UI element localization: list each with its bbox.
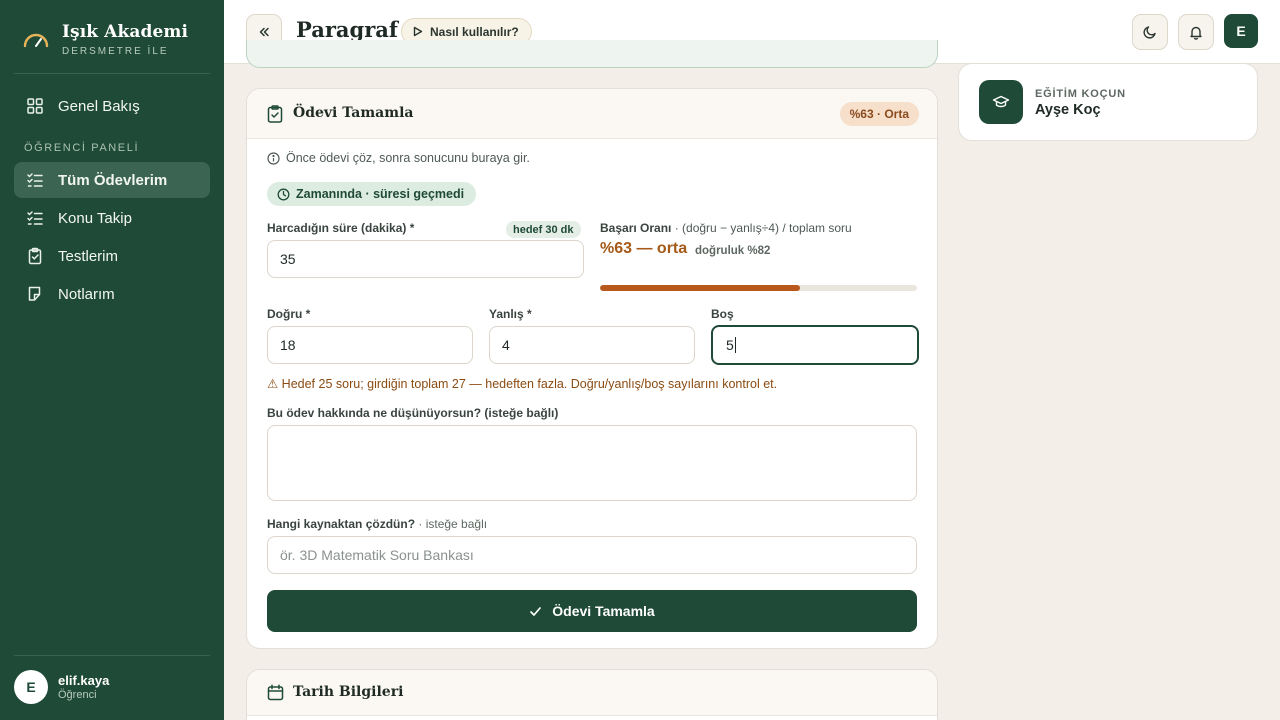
coach-card[interactable]: EĞİTİM KOÇUN Ayşe Koç	[958, 63, 1258, 141]
moon-icon	[1143, 26, 1156, 39]
sidebar-item-assignments[interactable]: Tüm Ödevlerim	[14, 162, 210, 198]
calendar-icon	[267, 684, 284, 701]
clipboard-check-icon	[267, 105, 283, 123]
wrong-label: Yanlış *	[489, 307, 532, 321]
comment-label: Bu ödev hakkında ne düşünüyorsun? (isteğ…	[267, 406, 559, 420]
brand[interactable]: Işık Akademi DERSMETRE İLE	[22, 22, 188, 57]
correct-input[interactable]: 18	[267, 326, 473, 364]
coach-label: EĞİTİM KOÇUN	[1035, 88, 1126, 100]
checklist-icon	[27, 173, 43, 187]
complete-assignment-button[interactable]: Ödevi Tamamla	[267, 590, 917, 632]
sidebar-item-label: Notlarım	[58, 285, 115, 303]
clock-icon	[277, 188, 290, 200]
theme-toggle-button[interactable]	[1132, 14, 1168, 50]
sidebar-divider	[14, 655, 210, 656]
text-caret	[734, 337, 737, 353]
info-icon	[267, 151, 280, 165]
submit-label: Ödevi Tamamla	[552, 603, 655, 619]
card-title: Tarih Bilgileri	[293, 684, 404, 700]
check-icon	[530, 606, 542, 616]
graduation-cap-icon	[979, 80, 1023, 124]
user-role: Öğrenci	[58, 689, 97, 701]
sidebar-item-notes[interactable]: Notlarım	[14, 276, 210, 312]
source-input[interactable]: ör. 3D Matematik Soru Bankası	[267, 536, 917, 574]
grid-icon	[27, 98, 43, 114]
date-info-card: Tarih Bilgileri	[246, 669, 938, 720]
empty-input[interactable]: 5	[711, 325, 919, 365]
warning-message: ⚠ Hedef 25 soru; girdiğin toplam 27 — he…	[267, 377, 778, 391]
sidebar-item-label: Genel Bakış	[58, 97, 140, 115]
success-rate-title: Başarı Oranı	[600, 221, 672, 235]
page-title: Paragraf	[296, 17, 398, 42]
avatar: E	[14, 670, 48, 704]
empty-label: Boş	[711, 307, 734, 321]
how-to-use-label: Nasıl kullanılır?	[430, 24, 519, 39]
coach-name: Ayşe Koç	[1035, 102, 1101, 118]
correct-value: 18	[280, 337, 296, 353]
sidebar-item-label: Konu Takip	[58, 209, 132, 227]
info-line: Önce ödevi çöz, sonra sonucunu buraya gi…	[267, 151, 530, 165]
sidebar-item-topic-tracking[interactable]: Konu Takip	[14, 200, 210, 236]
status-text: Zamanında · süresi geçmedi	[296, 187, 465, 201]
comment-textarea[interactable]	[267, 425, 917, 501]
success-progress-bar	[600, 285, 917, 291]
accuracy-text: doğruluk %82	[695, 245, 771, 257]
source-optional-text: · isteğe bağlı	[415, 517, 488, 531]
notifications-button[interactable]	[1178, 14, 1214, 50]
source-label-text: Hangi kaynaktan çözdün?	[267, 517, 416, 531]
complete-assignment-card: Ödevi Tamamla %63 · Orta Önce ödevi çöz,…	[246, 88, 938, 649]
sidebar-item-overview[interactable]: Genel Bakış	[14, 88, 210, 124]
empty-value: 5	[726, 337, 734, 353]
sidebar-divider	[14, 73, 210, 74]
brand-subtitle: DERSMETRE İLE	[62, 46, 169, 57]
source-placeholder: ör. 3D Matematik Soru Bankası	[280, 547, 474, 563]
success-rate-value: %63 — orta	[600, 240, 688, 257]
score-badge: %63 · Orta	[839, 102, 919, 126]
sidebar-item-label: Testlerim	[58, 247, 119, 265]
target-duration-chip: hedef 30 dk	[506, 221, 581, 238]
duration-label: Harcadığın süre (dakika) *	[267, 221, 415, 235]
chevrons-left-icon	[259, 27, 269, 37]
profile-avatar-button[interactable]: E	[1224, 14, 1258, 48]
status-badge: Zamanında · süresi geçmedi	[267, 182, 477, 206]
card-title: Ödevi Tamamla	[293, 105, 414, 121]
success-rate-formula: · (doğru − yanlış÷4) / toplam soru	[671, 221, 852, 235]
info-text: Önce ödevi çöz, sonra sonucunu buraya gi…	[286, 151, 530, 165]
correct-label: Doğru *	[267, 307, 311, 321]
note-icon	[28, 286, 41, 301]
play-icon	[413, 26, 423, 37]
sidebar-item-tests[interactable]: Testlerim	[14, 238, 210, 274]
user-profile[interactable]: E elif.kaya Öğrenci	[14, 670, 109, 704]
previous-card-edge	[246, 40, 938, 68]
duration-value: 35	[280, 251, 296, 267]
checklist-icon	[27, 211, 43, 225]
success-progress-fill	[600, 285, 800, 291]
sidebar-section-label: ÖĞRENCİ PANELİ	[24, 142, 140, 154]
sidebar: Işık Akademi DERSMETRE İLE Genel Bakış Ö…	[0, 0, 224, 720]
wrong-value: 4	[502, 337, 510, 353]
card-header: Tarih Bilgileri	[247, 670, 937, 716]
brand-name: Işık Akademi	[62, 22, 189, 42]
bell-icon	[1190, 26, 1202, 40]
user-name: elif.kaya	[58, 673, 110, 688]
clipboard-icon	[28, 247, 42, 265]
card-header: Ödevi Tamamla %63 · Orta	[247, 89, 937, 139]
duration-input[interactable]: 35	[267, 240, 584, 278]
gauge-logo-icon	[23, 33, 49, 48]
sidebar-item-label: Tüm Ödevlerim	[58, 171, 168, 189]
source-label: Hangi kaynaktan çözdün? · isteğe bağlı	[267, 517, 487, 531]
wrong-input[interactable]: 4	[489, 326, 695, 364]
success-rate-label: Başarı Oranı · (doğru − yanlış÷4) / topl…	[600, 221, 852, 235]
